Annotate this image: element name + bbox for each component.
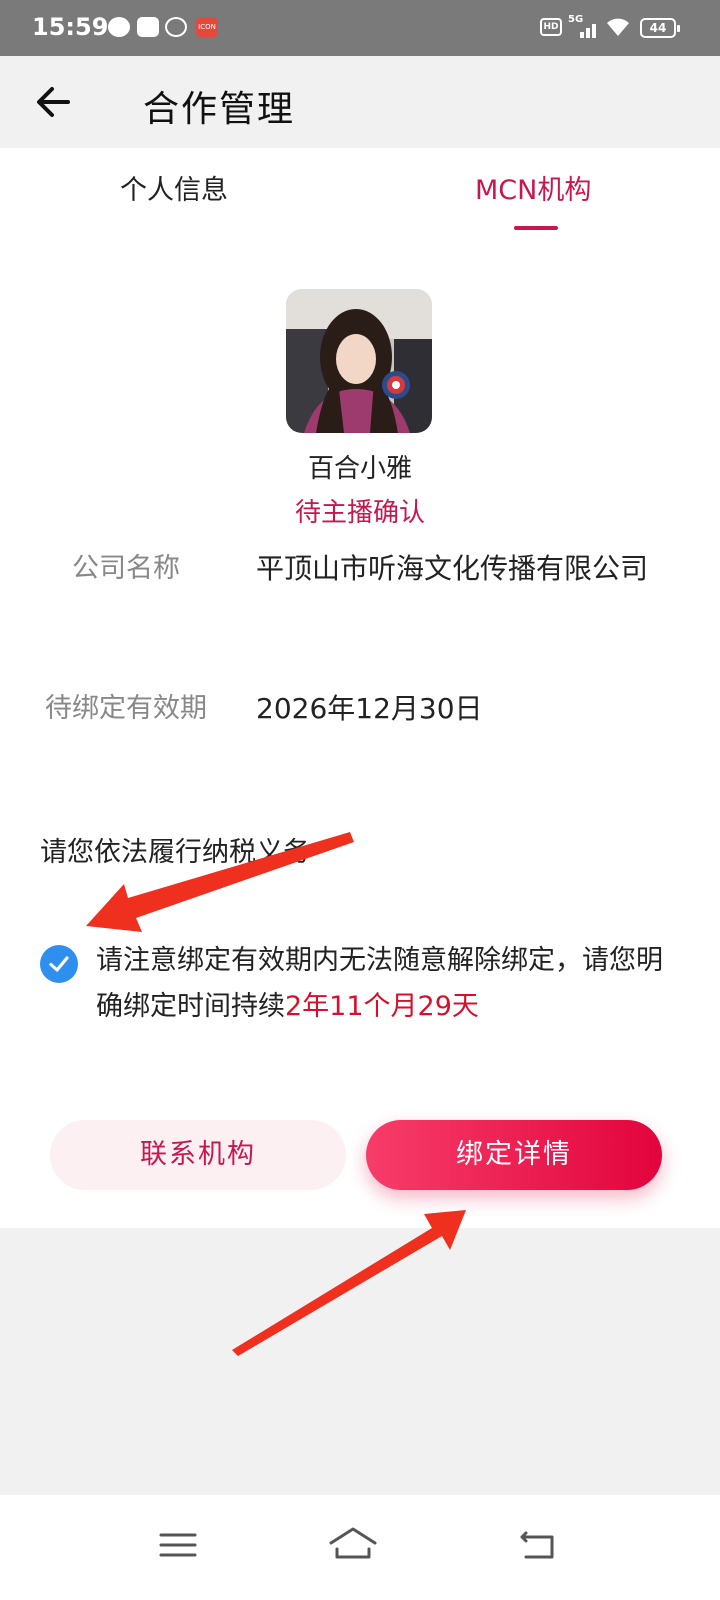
- company-name-value: 平顶山市听海文化传播有限公司: [256, 552, 649, 585]
- chat-notification-icon: [165, 17, 187, 37]
- back-icon[interactable]: [508, 1517, 568, 1573]
- app-bar: 合作管理: [0, 56, 720, 148]
- company-name-label: 公司名称: [72, 553, 180, 584]
- battery-icon: 44: [640, 18, 680, 38]
- status-badge: 待主播确认: [294, 498, 425, 528]
- message-notification-icon: [108, 17, 130, 37]
- page-title: 合作管理: [143, 89, 296, 130]
- agree-notice: 请注意绑定有效期内无法随意解除绑定，请您明确绑定时间持续2年11个月29天: [96, 938, 686, 1030]
- expiry-label: 待绑定有效期: [45, 693, 207, 724]
- main-content: 个人信息 MCN机构 百合小雅 待主播确认 公司名称 平顶山市听海文化传播有限公…: [0, 148, 720, 1228]
- avatar: [286, 289, 432, 433]
- mail-notification-icon: [137, 17, 159, 37]
- signal-icon: 5G: [568, 14, 600, 40]
- tab-personal-info[interactable]: 个人信息: [120, 168, 228, 207]
- status-bar: 15:59 ICON HD 5G 44: [0, 0, 720, 56]
- wifi-icon: [607, 18, 629, 36]
- bind-detail-button[interactable]: 绑定详情: [366, 1120, 662, 1190]
- hd-icon: HD: [540, 18, 562, 36]
- back-arrow-icon[interactable]: [28, 76, 80, 128]
- system-nav-bar: [0, 1495, 720, 1600]
- home-icon[interactable]: [323, 1517, 383, 1573]
- contact-agency-button[interactable]: 联系机构: [50, 1120, 346, 1190]
- active-tab-indicator: [514, 226, 558, 230]
- agree-checkbox[interactable]: [40, 945, 78, 983]
- arrow-annotation-icon: [232, 1210, 466, 1356]
- status-time: 15:59: [32, 13, 109, 41]
- tab-mcn-agency[interactable]: MCN机构: [475, 168, 591, 207]
- tax-notice: 请您依法履行纳税义务: [40, 837, 310, 868]
- menu-icon[interactable]: [148, 1517, 208, 1573]
- expiry-value: 2026年12月30日: [256, 692, 483, 725]
- app-notification-icon: ICON: [196, 17, 218, 37]
- bind-duration: 2年11个月29天: [285, 991, 479, 1022]
- network-type: 5G: [568, 14, 584, 25]
- anchor-name: 百合小雅: [307, 454, 412, 484]
